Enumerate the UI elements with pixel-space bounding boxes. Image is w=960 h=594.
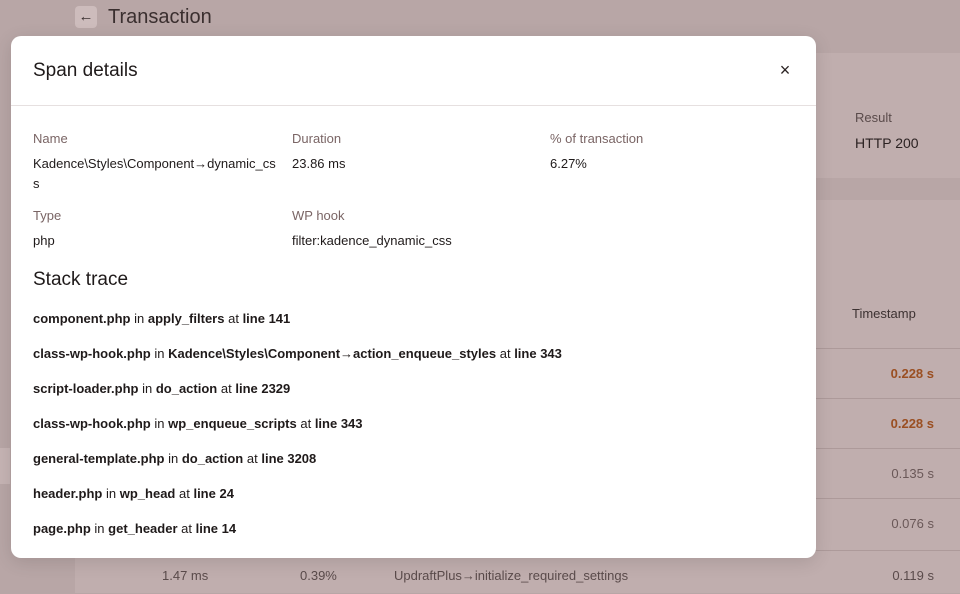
percent-label: % of transaction: [550, 131, 644, 146]
frame-in-text: in: [134, 311, 145, 326]
frame-in-text: in: [154, 416, 165, 431]
frame-line: line 24: [193, 486, 234, 501]
stack-frame: class-wp-hook.php in Kadence\Styles\Comp…: [33, 346, 562, 381]
span-details-modal: Span details × Name Kadence\Styles\Compo…: [11, 36, 816, 558]
frame-line: line 343: [314, 416, 363, 431]
frame-at-text: at: [181, 521, 192, 536]
frame-in-text: in: [168, 451, 179, 466]
type-label: Type: [33, 208, 62, 223]
timestamp-cell: 0.119 s: [892, 568, 934, 583]
duration-field: Duration 23.86 ms: [292, 131, 345, 174]
type-field: Type php: [33, 208, 61, 251]
frame-file: class-wp-hook.php: [33, 346, 151, 361]
frame-file: page.php: [33, 521, 91, 536]
frame-line: line 343: [514, 346, 562, 361]
frame-at-text: at: [499, 346, 511, 361]
percent-value: 6.27%: [550, 156, 587, 171]
duration-value: 23.86 ms: [292, 156, 346, 171]
duration-cell: 1.47 ms: [162, 568, 209, 583]
name-label: Name: [33, 131, 68, 146]
name-field: Name Kadence\Styles\Component→dynamic_cs…: [33, 131, 278, 194]
timestamp-cell: 0.135 s: [891, 466, 934, 481]
stack-frame: general-template.php in do_action at lin…: [33, 451, 562, 486]
result-label: Result: [855, 110, 892, 125]
timestamp-cell: 0.228 s: [890, 416, 934, 431]
frame-function: Kadence\Styles\Component→action_enqueue_…: [168, 346, 497, 361]
stack-frame: component.php in apply_filters at line 1…: [33, 311, 562, 346]
timestamp-cell: 0.228 s: [890, 366, 934, 381]
stack-trace-list: component.php in apply_filters at line 1…: [33, 311, 562, 556]
modal-header: Span details ×: [11, 36, 816, 106]
frame-line: line 3208: [261, 451, 317, 466]
type-value: php: [33, 233, 55, 248]
timestamp-cell: 0.076 s: [891, 516, 934, 531]
frame-function: do_action: [155, 381, 218, 396]
duration-label: Duration: [292, 131, 342, 146]
frame-line: line 14: [195, 521, 237, 536]
modal-title: Span details: [33, 60, 138, 81]
percent-cell: 0.39%: [300, 568, 337, 583]
frame-function: do_action: [181, 451, 244, 466]
frame-at-text: at: [300, 416, 312, 431]
frame-file: script-loader.php: [33, 381, 139, 396]
percent-field: % of transaction 6.27%: [550, 131, 643, 174]
timestamp-column-header[interactable]: Timestamp: [852, 306, 916, 321]
stack-frame: class-wp-hook.php in wp_enqueue_scripts …: [33, 416, 562, 451]
frame-at-text: at: [220, 381, 232, 396]
frame-in-text: in: [154, 346, 165, 361]
result-value: HTTP 200: [855, 135, 919, 151]
frame-function: apply_filters: [147, 311, 225, 326]
hook-field: WP hook filter:kadence_dynamic_css: [292, 208, 452, 251]
frame-file: class-wp-hook.php: [33, 416, 151, 431]
span-name-cell: UpdraftPlus→initialize_required_settings: [394, 568, 629, 583]
stack-frame: header.php in wp_head at line 24: [33, 486, 562, 521]
frame-function: wp_enqueue_scripts: [168, 416, 297, 431]
frame-at-text: at: [246, 451, 258, 466]
name-value: Kadence\Styles\Component→dynamic_css: [33, 156, 276, 191]
stack-frame: script-loader.php in do_action at line 2…: [33, 381, 562, 416]
hook-label: WP hook: [292, 208, 345, 223]
frame-line: line 2329: [235, 381, 291, 396]
frame-function: get_header: [108, 521, 178, 536]
frame-at-text: at: [178, 486, 190, 501]
frame-at-text: at: [228, 311, 239, 326]
hook-value: filter:kadence_dynamic_css: [292, 233, 452, 248]
close-icon[interactable]: ×: [775, 60, 795, 80]
arrow-left-icon[interactable]: ←: [75, 6, 97, 28]
sidebar-edge: [0, 448, 10, 484]
frame-file: general-template.php: [33, 451, 165, 466]
stack-trace-heading: Stack trace: [33, 269, 129, 290]
stack-frame: page.php in get_header at line 14: [33, 521, 562, 556]
frame-line: line 141: [242, 311, 291, 326]
frame-in-text: in: [142, 381, 153, 396]
frame-in-text: in: [94, 521, 105, 536]
frame-in-text: in: [105, 486, 117, 501]
frame-file: component.php: [33, 311, 131, 326]
frame-function: wp_head: [119, 486, 176, 501]
page-title: Transaction: [108, 6, 212, 28]
frame-file: header.php: [33, 486, 103, 501]
